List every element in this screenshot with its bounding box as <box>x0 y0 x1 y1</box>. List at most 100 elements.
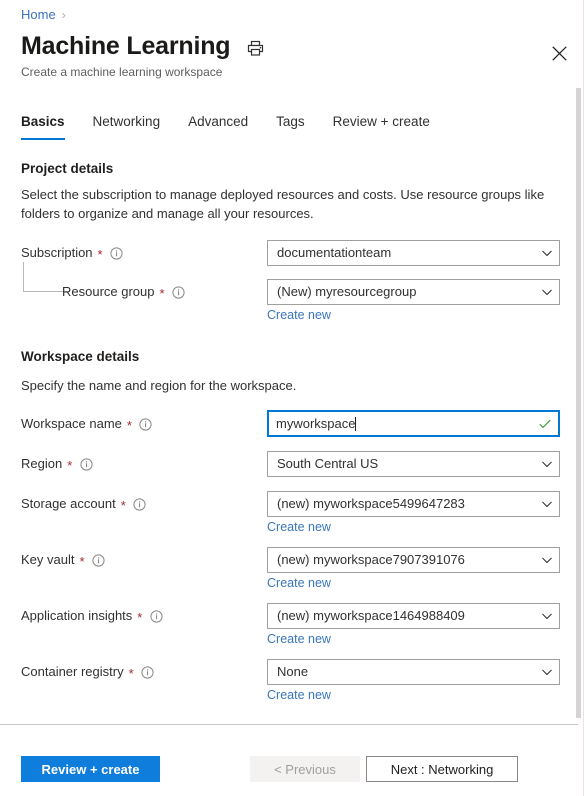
scrollbar-thumb[interactable] <box>576 88 581 718</box>
selected-value: South Central US <box>277 456 379 471</box>
chevron-down-icon <box>540 554 553 567</box>
selected-value: None <box>277 664 309 679</box>
info-icon[interactable] <box>141 665 155 679</box>
select-box[interactable]: (new) myworkspace7907391076 <box>267 547 560 573</box>
label-subscription: Subscription * <box>21 244 124 262</box>
chevron-down-icon <box>540 247 553 260</box>
required-indicator: * <box>128 665 134 681</box>
create-new-container-registry-link[interactable]: Create new <box>267 687 331 703</box>
chevron-right-icon: › <box>61 8 66 22</box>
info-icon[interactable] <box>172 285 186 299</box>
label-text: Resource group <box>62 284 155 299</box>
tab-label: Review + create <box>332 114 430 129</box>
region-select[interactable]: South Central US <box>267 451 560 477</box>
input-value-wrapper: myworkspace <box>276 416 538 432</box>
tab-basics[interactable]: Basics <box>21 113 79 140</box>
select-box[interactable]: (new) myworkspace1464988409 <box>267 603 560 629</box>
tab-label: Networking <box>92 114 161 129</box>
key-vault-select[interactable]: (new) myworkspace7907391076 <box>267 547 560 573</box>
required-indicator: * <box>67 457 73 473</box>
workspace-name-input[interactable]: myworkspace <box>267 410 560 437</box>
page-subtitle: Create a machine learning workspace <box>21 65 223 79</box>
tab-label: Basics <box>21 114 65 129</box>
label-text: Region <box>21 456 63 471</box>
text-caret <box>355 416 357 431</box>
tab-tags[interactable]: Tags <box>262 113 319 140</box>
label-application-insights: Application insights * <box>21 607 163 625</box>
section-title-project-details: Project details <box>21 161 114 176</box>
label-storage-account: Storage account * <box>21 495 147 513</box>
selected-value: documentationteam <box>277 245 392 260</box>
required-indicator: * <box>137 609 143 625</box>
section-description-workspace-details: Specify the name and region for the work… <box>21 378 297 393</box>
label-text: Key vault <box>21 552 75 567</box>
select-box[interactable]: South Central US <box>267 451 560 477</box>
select-box[interactable]: (new) myworkspace5499647283 <box>267 491 560 517</box>
selected-value: (new) myworkspace1464988409 <box>277 608 465 623</box>
chevron-down-icon <box>540 666 553 679</box>
close-icon[interactable] <box>544 38 574 68</box>
tab-label: Advanced <box>188 114 249 129</box>
chevron-down-icon <box>540 286 553 299</box>
tab-advanced[interactable]: Advanced <box>174 113 262 140</box>
create-new-resource-group-link[interactable]: Create new <box>267 307 331 323</box>
label-resource-group: Resource group * <box>62 283 186 301</box>
select-box[interactable]: (New) myresourcegroup <box>267 279 560 305</box>
storage-account-select[interactable]: (new) myworkspace5499647283 <box>267 491 560 517</box>
review-create-button[interactable]: Review + create <box>21 756 160 782</box>
section-title-workspace-details: Workspace details <box>21 349 140 364</box>
title-row: Machine Learning <box>21 30 266 62</box>
section-description-project-details: Select the subscription to manage deploy… <box>21 187 545 221</box>
info-icon[interactable] <box>133 497 147 511</box>
text-input-box[interactable]: myworkspace <box>267 410 560 437</box>
print-icon[interactable] <box>244 37 266 59</box>
create-new-storage-account-link[interactable]: Create new <box>267 519 331 535</box>
label-text: Container registry <box>21 664 124 679</box>
info-icon[interactable] <box>92 553 106 567</box>
chevron-down-icon <box>540 458 553 471</box>
tab-networking[interactable]: Networking <box>79 113 175 140</box>
form-content: Project details Select the subscription … <box>0 152 578 724</box>
info-icon[interactable] <box>139 417 153 431</box>
create-new-application-insights-link[interactable]: Create new <box>267 631 331 647</box>
label-text: Storage account <box>21 496 116 511</box>
checkmark-icon <box>538 417 552 431</box>
tab-review-create[interactable]: Review + create <box>319 113 444 140</box>
footer-actions: Review + create < Previous Next : Networ… <box>0 725 578 796</box>
info-icon[interactable] <box>149 609 163 623</box>
label-text: Workspace name <box>21 416 122 431</box>
container-registry-select[interactable]: None <box>267 659 560 685</box>
selected-value: (New) myresourcegroup <box>277 284 417 299</box>
required-indicator: * <box>159 285 165 301</box>
select-box[interactable]: None <box>267 659 560 685</box>
chevron-down-icon <box>540 498 553 511</box>
required-indicator: * <box>79 553 85 569</box>
label-text: Application insights <box>21 608 133 623</box>
info-icon[interactable] <box>79 457 93 471</box>
create-new-key-vault-link[interactable]: Create new <box>267 575 331 591</box>
resource-group-select[interactable]: (New) myresourcegroup <box>267 279 560 305</box>
application-insights-select[interactable]: (new) myworkspace1464988409 <box>267 603 560 629</box>
info-icon[interactable] <box>110 246 124 260</box>
previous-button: < Previous <box>250 756 360 782</box>
selected-value: (new) myworkspace7907391076 <box>277 552 465 567</box>
page-title: Machine Learning <box>21 32 231 60</box>
required-indicator: * <box>120 497 126 513</box>
label-key-vault: Key vault * <box>21 551 106 569</box>
required-indicator: * <box>97 246 103 262</box>
label-workspace-name: Workspace name * <box>21 415 153 433</box>
label-region: Region * <box>21 455 93 473</box>
next-networking-button[interactable]: Next : Networking <box>366 756 518 782</box>
required-indicator: * <box>126 417 132 433</box>
chevron-down-icon <box>540 610 553 623</box>
label-container-registry: Container registry * <box>21 663 155 681</box>
selected-value: (new) myworkspace5499647283 <box>277 496 465 511</box>
subscription-select[interactable]: documentationteam <box>267 240 560 266</box>
tab-list: Basics Networking Advanced Tags Review +… <box>21 113 444 140</box>
breadcrumb: Home › <box>21 7 66 23</box>
label-text: Subscription <box>21 245 93 260</box>
select-box[interactable]: documentationteam <box>267 240 560 266</box>
input-value: myworkspace <box>276 415 356 431</box>
tab-label: Tags <box>276 114 305 129</box>
breadcrumb-link-home[interactable]: Home <box>21 7 56 23</box>
